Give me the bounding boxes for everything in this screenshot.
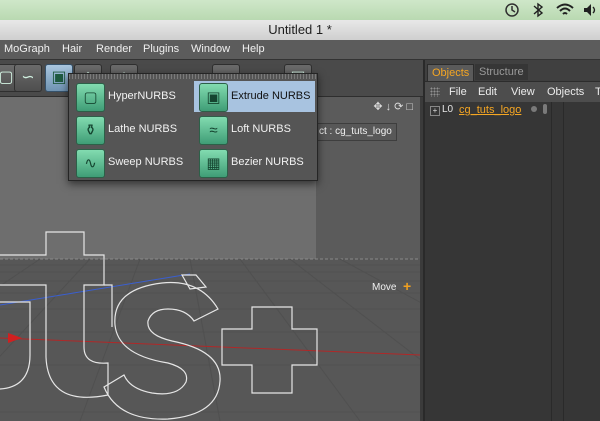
app-menubar: MoGraph Hair Render Plugins Window Help xyxy=(0,40,600,60)
spline-tool-icon[interactable]: ∽ xyxy=(14,64,42,92)
null-object-icon: L0 xyxy=(442,104,454,115)
menu-item-sweep-nurbs[interactable]: ∿ Sweep NURBS xyxy=(71,147,192,178)
menu-mograph[interactable]: MoGraph xyxy=(4,40,50,59)
wifi-icon[interactable] xyxy=(555,0,575,20)
om-menu-file[interactable]: File xyxy=(449,82,467,102)
loft-nurbs-icon: ≈ xyxy=(199,116,228,145)
menu-plugins[interactable]: Plugins xyxy=(143,40,179,59)
menu-item-bezier-nurbs[interactable]: ▦ Bezier NURBS xyxy=(194,147,315,178)
zoom-view-icon[interactable]: ↓ xyxy=(386,101,395,113)
bluetooth-icon[interactable] xyxy=(530,0,546,20)
om-menu-edit[interactable]: Edit xyxy=(478,82,497,102)
volume-icon[interactable] xyxy=(582,0,598,20)
hypernurbs-icon: ▢ xyxy=(76,83,105,112)
om-menu-t[interactable]: T xyxy=(595,82,600,102)
rotate-view-icon[interactable]: ⟳ xyxy=(394,101,406,113)
object-label: ct : cg_tuts_logo xyxy=(314,123,397,141)
sweep-nurbs-icon: ∿ xyxy=(76,149,105,178)
column-divider xyxy=(563,102,564,421)
lathe-nurbs-icon: ⚱ xyxy=(76,116,105,145)
move-view-icon[interactable]: ✥ xyxy=(373,101,385,113)
bezier-nurbs-icon: ▦ xyxy=(199,149,228,178)
panel-tab-row: Objects Structure xyxy=(425,60,600,81)
viewport-nav-icons[interactable]: ✥↓⟳□ xyxy=(373,100,416,113)
menu-hair[interactable]: Hair xyxy=(62,40,82,59)
menu-help[interactable]: Help xyxy=(242,40,265,59)
window-title-bar: Untitled 1 * xyxy=(0,20,600,41)
object-list: + L0 cg_tuts_logo xyxy=(425,102,600,421)
menu-tear-off-grip[interactable] xyxy=(69,74,317,79)
render-visibility-icon[interactable] xyxy=(543,104,547,114)
extrude-nurbs-icon: ▣ xyxy=(199,83,228,112)
window-title: Untitled 1 * xyxy=(268,22,332,37)
move-plus-icon: + xyxy=(403,278,412,294)
expand-icon[interactable]: + xyxy=(430,106,440,116)
om-menu-objects[interactable]: Objects xyxy=(547,82,584,102)
menu-render[interactable]: Render xyxy=(96,40,132,59)
menu-window[interactable]: Window xyxy=(191,40,230,59)
menu-item-loft-nurbs[interactable]: ≈ Loft NURBS xyxy=(194,114,315,145)
menu-item-extrude-nurbs[interactable]: ▣ Extrude NURBS xyxy=(194,81,315,112)
menu-item-hypernurbs[interactable]: ▢ HyperNURBS xyxy=(71,81,192,112)
visibility-dot-icon[interactable] xyxy=(531,106,537,112)
tab-objects[interactable]: Objects xyxy=(427,64,475,81)
tab-structure[interactable]: Structure xyxy=(475,64,528,80)
object-row[interactable]: + L0 cg_tuts_logo xyxy=(425,102,600,120)
object-name[interactable]: cg_tuts_logo xyxy=(459,104,521,116)
drag-grip-icon[interactable] xyxy=(430,87,440,97)
column-divider xyxy=(551,102,552,421)
maximize-view-icon[interactable]: □ xyxy=(406,101,416,113)
object-manager-menubar: File Edit View Objects T xyxy=(425,81,600,103)
menu-item-lathe-nurbs[interactable]: ⚱ Lathe NURBS xyxy=(71,114,192,145)
om-menu-view[interactable]: View xyxy=(511,82,535,102)
move-mode-label: Move xyxy=(372,282,397,293)
nurbs-dropdown-menu: ▢ HyperNURBS ▣ Extrude NURBS ⚱ Lathe NUR… xyxy=(68,73,318,181)
object-manager-panel: Objects Structure File Edit View Objects… xyxy=(423,60,600,421)
system-status-bar xyxy=(0,0,600,20)
time-machine-icon[interactable] xyxy=(502,0,522,20)
